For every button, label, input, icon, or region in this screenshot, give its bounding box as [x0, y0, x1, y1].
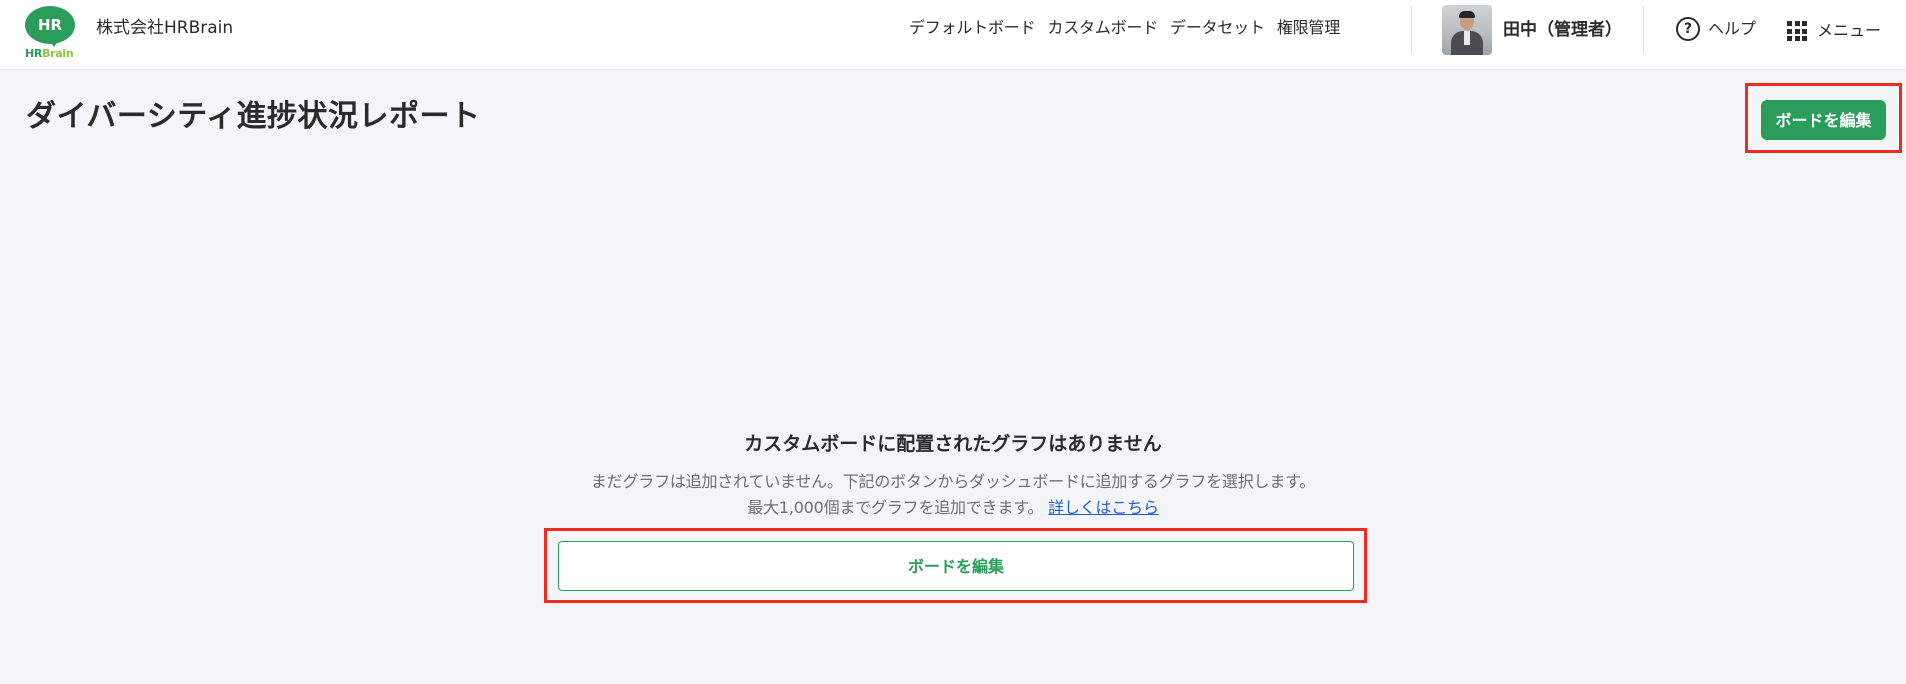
company-name: 株式会社HRBrain: [96, 18, 234, 38]
nav-item-permissions[interactable]: 権限管理: [1277, 16, 1340, 40]
question-circle-icon: ?: [1676, 17, 1700, 41]
empty-state-description: まだグラフは追加されていません。下記のボタンからダッシュボードに追加するグラフを…: [0, 469, 1906, 521]
nav-item-dataset[interactable]: データセット: [1170, 16, 1265, 40]
avatar: [1442, 5, 1492, 55]
empty-state-description-line: 最大1,000個までグラフを追加できます。 詳しくはこちら: [0, 495, 1906, 521]
user-name: 田中（管理者）: [1503, 20, 1622, 40]
empty-state-limit-text: 最大1,000個までグラフを追加できます。: [747, 498, 1044, 517]
header-divider: [1411, 6, 1412, 53]
menu-button[interactable]: メニュー: [1787, 19, 1881, 43]
edit-board-button-empty-state[interactable]: ボードを編集: [558, 541, 1354, 591]
grid-icon: [1787, 21, 1807, 41]
empty-state-heading: カスタムボードに配置されたグラフはありません: [744, 433, 1162, 455]
page-title: ダイバーシティ進捗状況レポート: [26, 99, 481, 134]
logo-badge-tail: [48, 38, 60, 47]
edit-board-button[interactable]: ボードを編集: [1761, 100, 1886, 140]
logo-word-hr: HR: [25, 47, 43, 60]
nav-item-custom-board[interactable]: カスタムボード: [1047, 16, 1158, 40]
help-button[interactable]: ? ヘルプ: [1676, 17, 1756, 41]
app-header: HR HRBrain 株式会社HRBrain デフォルトボード カスタムボード …: [0, 0, 1906, 70]
user-menu[interactable]: 田中（管理者）: [1442, 5, 1622, 55]
logo-wordmark: HRBrain: [25, 47, 74, 60]
menu-label: メニュー: [1817, 21, 1882, 40]
help-label: ヘルプ: [1708, 19, 1757, 38]
header-divider: [1643, 6, 1644, 53]
hrbrain-logo[interactable]: HR HRBrain: [22, 4, 78, 62]
logo-word-brain: Brain: [42, 47, 74, 60]
main-nav: デフォルトボード カスタムボード データセット 権限管理: [909, 16, 1340, 40]
nav-item-default-board[interactable]: デフォルトボード: [909, 16, 1036, 40]
learn-more-link[interactable]: 詳しくはこちら: [1048, 498, 1159, 517]
empty-state-description-line: まだグラフは追加されていません。下記のボタンからダッシュボードに追加するグラフを…: [590, 472, 1316, 491]
